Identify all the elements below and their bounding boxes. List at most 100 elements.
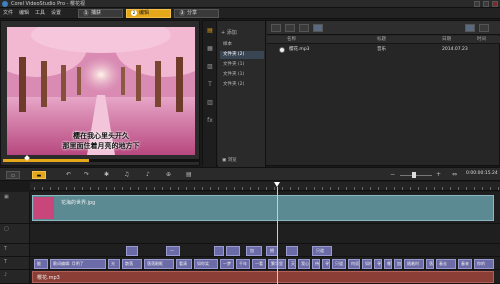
column-time[interactable]: 时间	[477, 36, 486, 44]
subtitle-clip[interactable]: 如何	[362, 259, 372, 269]
title-clip[interactable]	[126, 246, 138, 256]
zoom-slider-handle[interactable]	[412, 172, 416, 178]
undo-icon[interactable]: ↶	[66, 171, 71, 179]
file-name: 樱花.mp3	[289, 47, 310, 52]
fit-project-icon[interactable]: ⇔	[452, 171, 457, 179]
ruler-tick	[66, 187, 67, 190]
subtitle-clip[interactable]: 我心	[298, 259, 310, 269]
instant-project-icon[interactable]: ▦	[206, 45, 214, 53]
graphic-icon[interactable]: ▥	[206, 99, 214, 107]
folder-item[interactable]: 样本	[220, 41, 264, 49]
column-name[interactable]: 名称	[287, 36, 296, 44]
import-media-icon[interactable]	[271, 24, 281, 32]
title-clip[interactable]	[286, 246, 298, 256]
library-category-bar: ▤ ▦ ▨ T ▥ fx	[203, 21, 217, 167]
subtitle-clip[interactable]: 一看	[252, 259, 266, 269]
subtitle-clip[interactable]: 随着时	[404, 259, 424, 269]
fx-filter-icon[interactable]: fx	[206, 117, 214, 125]
subtitle-clip[interactable]: 春去	[436, 259, 456, 269]
subtitle-clip[interactable]: 散落	[122, 259, 142, 269]
table-row[interactable]: 樱花.mp3 音乐 2014.07.23	[267, 46, 500, 54]
minimize-button[interactable]	[474, 1, 480, 7]
media-icon[interactable]: ▤	[206, 27, 214, 35]
video-clip[interactable]: 花海的世界.jpg	[32, 195, 494, 221]
subtitle-clip[interactable]: 落落眼眶	[144, 259, 174, 269]
subtitle-clip[interactable]: 加	[394, 259, 402, 269]
timeline-view-button[interactable]: ▬	[32, 171, 46, 179]
show-video-icon[interactable]	[285, 24, 295, 32]
tab-edit[interactable]: 2 编辑	[126, 9, 171, 18]
title-clip[interactable]	[214, 246, 224, 256]
ruler-tick	[386, 187, 387, 190]
subtitle-clip[interactable]: 天	[288, 259, 296, 269]
subtitle-clip[interactable]: 寻	[322, 259, 330, 269]
ruler-tick	[226, 187, 227, 190]
thumbnail-view-icon[interactable]	[479, 24, 489, 32]
show-audio-icon[interactable]	[313, 24, 323, 32]
menu-file[interactable]: 文件	[3, 8, 13, 19]
title-icon[interactable]: T	[206, 81, 214, 89]
ruler-tick	[274, 187, 275, 190]
subtitle-clip[interactable]: 何须	[348, 259, 360, 269]
folder-item[interactable]: 文件夹 (2)	[220, 51, 264, 59]
list-view-icon[interactable]	[465, 24, 475, 32]
record-capture-icon[interactable]: ✱	[104, 171, 109, 179]
column-date[interactable]: 日期	[442, 36, 451, 44]
folder-item[interactable]: 文件夹 (1)	[220, 71, 264, 79]
video-track-header: ▣	[0, 192, 30, 224]
menu-tools[interactable]: 工具	[35, 8, 45, 19]
preview-scrubber[interactable]	[3, 155, 199, 162]
subtitle-clip[interactable]: 寻	[374, 259, 382, 269]
subtitle-clip[interactable]: 一梦	[220, 259, 234, 269]
subtitle-clip[interactable]: 能	[34, 259, 48, 269]
auto-music-icon[interactable]: ♪	[146, 171, 150, 179]
folder-item[interactable]: 文件夹 (2)	[220, 81, 264, 89]
subtitle-clip[interactable]: 歌词编辑: 月明了	[50, 259, 106, 269]
show-photo-icon[interactable]	[299, 24, 309, 32]
redo-icon[interactable]: ↷	[84, 171, 89, 179]
title-clip[interactable]: 只道	[312, 246, 332, 256]
ruler-tick	[394, 187, 395, 190]
folder-item[interactable]: 文件夹 (1)	[220, 61, 264, 69]
subtitle-clip[interactable]: 千年	[236, 259, 250, 269]
zoom-slider-track[interactable]	[400, 175, 432, 176]
close-button[interactable]	[492, 1, 498, 7]
subtitle-clip[interactable]: 落	[426, 259, 434, 269]
overlay-track[interactable]	[30, 224, 500, 244]
subtitle-clip[interactable]: 哪	[384, 259, 392, 269]
column-title[interactable]: 标题	[377, 36, 386, 44]
subtitle-track-icon: T	[4, 259, 8, 265]
subtitle-clip[interactable]: 看清	[176, 259, 192, 269]
zoom-in-icon[interactable]: +	[436, 171, 441, 179]
subtitle-clip[interactable]: 光	[108, 259, 120, 269]
ruler-tick	[314, 187, 315, 190]
ruler-tick	[474, 187, 475, 190]
title-track[interactable]	[30, 244, 500, 257]
title-clip[interactable]: 一	[166, 246, 180, 256]
add-folder-button[interactable]: + 添加	[221, 29, 237, 36]
subtitle-editor-icon[interactable]: ▤	[186, 171, 192, 179]
motion-tracking-icon[interactable]: ⊕	[166, 171, 171, 179]
title-clip[interactable]: 加	[246, 246, 262, 256]
subtitle-clip[interactable]: 只道	[332, 259, 346, 269]
transition-icon[interactable]: ▨	[206, 63, 214, 71]
subtitle-clip[interactable]: 春来	[458, 259, 472, 269]
tab-share[interactable]: 3 分享	[174, 9, 219, 18]
browse-button[interactable]: ▣ 浏览	[222, 157, 237, 163]
tab-capture[interactable]: 1 捕获	[78, 9, 123, 18]
menu-edit[interactable]: 编辑	[19, 8, 29, 19]
subtitle-clip[interactable]: 待	[312, 259, 320, 269]
title-clip[interactable]	[226, 246, 240, 256]
preview-screen[interactable]: 樱在我心里头开久 那里面住着月亮的地方下	[7, 27, 195, 155]
timeline-ruler[interactable]	[30, 182, 500, 191]
subtitle-clip[interactable]: 你的	[474, 259, 494, 269]
storyboard-view-button[interactable]: ▭	[6, 171, 20, 179]
subtitle-clip[interactable]: 如你笑	[194, 259, 218, 269]
menu-settings[interactable]: 设置	[51, 8, 61, 19]
sound-mixer-icon[interactable]: ♫	[124, 171, 129, 179]
zoom-out-icon[interactable]: −	[390, 171, 395, 179]
file-date: 2014.07.23	[442, 47, 468, 52]
music-clip[interactable]: 樱花.mp3	[32, 271, 494, 283]
window-controls	[474, 1, 498, 7]
maximize-button[interactable]	[483, 1, 489, 7]
